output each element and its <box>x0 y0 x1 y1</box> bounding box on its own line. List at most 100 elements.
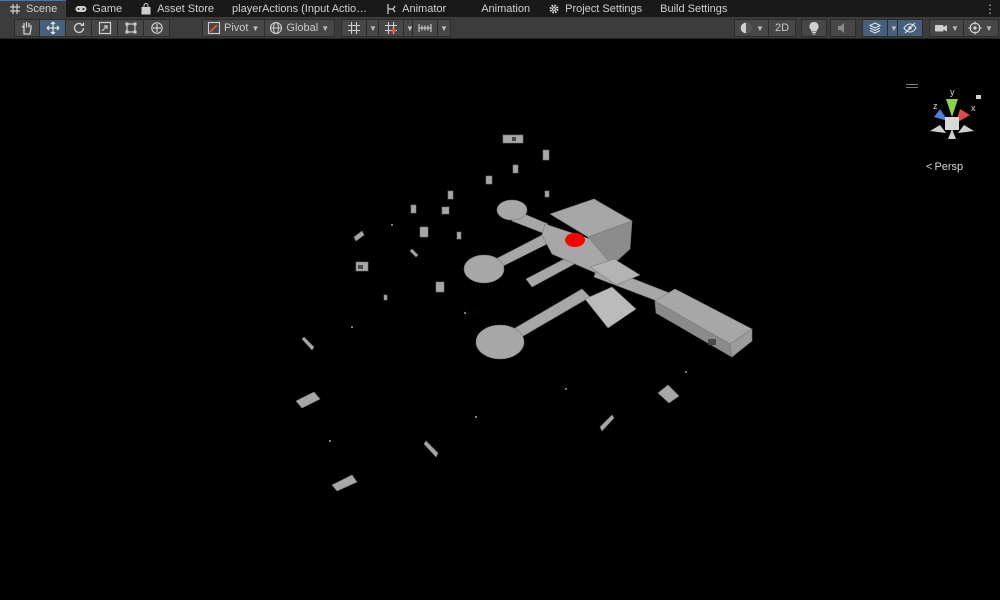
object-gizmo-dot <box>391 224 393 226</box>
axis-y-cone <box>946 99 958 117</box>
mode-2d-group: 2D <box>768 19 796 37</box>
scene-prop <box>544 190 550 198</box>
door-detail <box>358 265 363 269</box>
speaker-icon <box>838 23 844 33</box>
orientation-gizmo[interactable]: y x z <box>920 87 984 149</box>
scene-prop <box>542 149 550 161</box>
effects-group: ▼ <box>862 19 901 37</box>
door-detail <box>512 137 516 141</box>
lighting-toggle[interactable] <box>801 19 827 37</box>
object-gizmo-dot <box>565 388 567 390</box>
pivot-dropdown[interactable]: Pivot ▼ <box>202 19 266 37</box>
pivot-icon <box>207 21 221 35</box>
caret-down-icon: ▼ <box>369 23 377 33</box>
camera-settings-dropdown[interactable]: ▼ <box>929 19 965 37</box>
animator-icon <box>385 3 397 15</box>
scene-prop <box>657 384 680 404</box>
scene-prop <box>435 281 445 293</box>
scale-icon <box>98 21 111 35</box>
tab-asset-store[interactable]: Asset Store <box>131 0 223 17</box>
red-marker <box>565 233 585 247</box>
tab-label: Asset Store <box>157 2 215 15</box>
tab-label: Animator <box>402 2 447 15</box>
effects-toggle[interactable] <box>862 19 888 37</box>
increment-snap-icon <box>418 24 432 32</box>
grid-icon <box>348 22 360 34</box>
tab-animation[interactable]: Animation <box>455 0 539 17</box>
perspective-icon: < <box>926 161 933 173</box>
tab-label: Project Settings <box>565 2 643 15</box>
eye-slash-icon <box>903 22 917 34</box>
tab-label: playerActions (Input Actio… <box>232 2 368 15</box>
tab-player-actions[interactable]: playerActions (Input Actio… <box>223 0 376 17</box>
snap-grid-icon <box>385 22 397 34</box>
caret-down-icon: ▼ <box>985 23 993 33</box>
overlay-drag-handle[interactable] <box>906 84 918 89</box>
round-room-lower <box>475 324 525 360</box>
increment-snap-button[interactable] <box>412 19 438 37</box>
lock-icon[interactable] <box>976 95 981 99</box>
tab-build-settings[interactable]: Build Settings <box>651 0 736 17</box>
grid-snapping-button[interactable] <box>378 19 404 37</box>
scene-prop <box>423 440 439 458</box>
scene-prop <box>512 164 519 174</box>
scene-prop <box>419 226 429 238</box>
corridor-lower <box>509 288 591 340</box>
tab-scene[interactable]: Scene <box>0 0 67 17</box>
mode-2d-toggle[interactable]: 2D <box>768 19 796 37</box>
tab-label: Build Settings <box>660 2 728 15</box>
increment-snap-group: ▼ <box>412 19 451 37</box>
hand-icon <box>21 21 32 35</box>
increment-options-dropdown[interactable]: ▼ <box>438 19 451 37</box>
camera-icon <box>935 25 947 32</box>
move-arrows-icon <box>46 21 59 35</box>
grid-visibility-button[interactable] <box>341 19 367 37</box>
hand-tool-button[interactable] <box>14 19 40 37</box>
global-dropdown[interactable]: Global ▼ <box>265 19 336 37</box>
object-gizmo-dot <box>329 440 331 442</box>
axis-neg-cone <box>948 129 956 139</box>
round-room-top <box>496 199 528 221</box>
audio-toggle[interactable] <box>830 19 856 37</box>
scene-visibility-toggle[interactable] <box>897 19 923 37</box>
rotate-tool-button[interactable] <box>66 19 92 37</box>
scene-geometry <box>295 134 753 492</box>
object-gizmo-dot <box>464 312 466 314</box>
scene-prop <box>485 175 493 185</box>
animation-icon <box>464 3 476 15</box>
tab-animator[interactable]: Animator <box>376 0 455 17</box>
scale-tool-button[interactable] <box>92 19 118 37</box>
move-tool-button[interactable] <box>40 19 66 37</box>
tab-project-settings[interactable]: Project Settings <box>539 0 651 17</box>
pivot-label: Pivot <box>224 22 249 34</box>
visibility-group <box>897 19 923 37</box>
gizmo-x-label: x <box>971 103 976 113</box>
scene-viewport[interactable]: y x z < Persp <box>0 39 1000 600</box>
global-label: Global <box>286 22 319 34</box>
scene-prop <box>456 231 462 240</box>
gizmos-dropdown[interactable]: ▼ <box>963 19 999 37</box>
tab-label: Animation <box>481 2 531 15</box>
draw-mode-dropdown[interactable]: ▼ <box>734 19 770 37</box>
scene-prop <box>599 414 615 432</box>
caret-down-icon: ▼ <box>321 23 330 33</box>
more-vertical-icon[interactable]: ⋮ <box>984 0 996 17</box>
object-gizmo-dot <box>475 416 477 418</box>
audio-group <box>830 19 856 37</box>
rect-tool-button[interactable] <box>118 19 144 37</box>
caret-down-icon: ▼ <box>251 23 260 33</box>
caret-down-icon: ▼ <box>440 23 448 33</box>
scene-prop <box>331 474 358 492</box>
camera-group: ▼ <box>929 19 965 37</box>
transform-tools <box>14 19 170 37</box>
tab-game[interactable]: Game <box>66 0 131 17</box>
scene-prop <box>441 206 450 215</box>
gizmo-z-label: z <box>933 101 938 111</box>
grid-snap-group: ▼ <box>341 19 380 37</box>
grid-icon <box>9 3 21 15</box>
tab-label: Game <box>92 2 123 15</box>
transform-tool-button[interactable] <box>144 19 170 37</box>
tab-label: Scene <box>26 3 58 15</box>
projection-toggle[interactable]: < Persp <box>926 161 963 173</box>
scene-prop <box>447 190 454 200</box>
